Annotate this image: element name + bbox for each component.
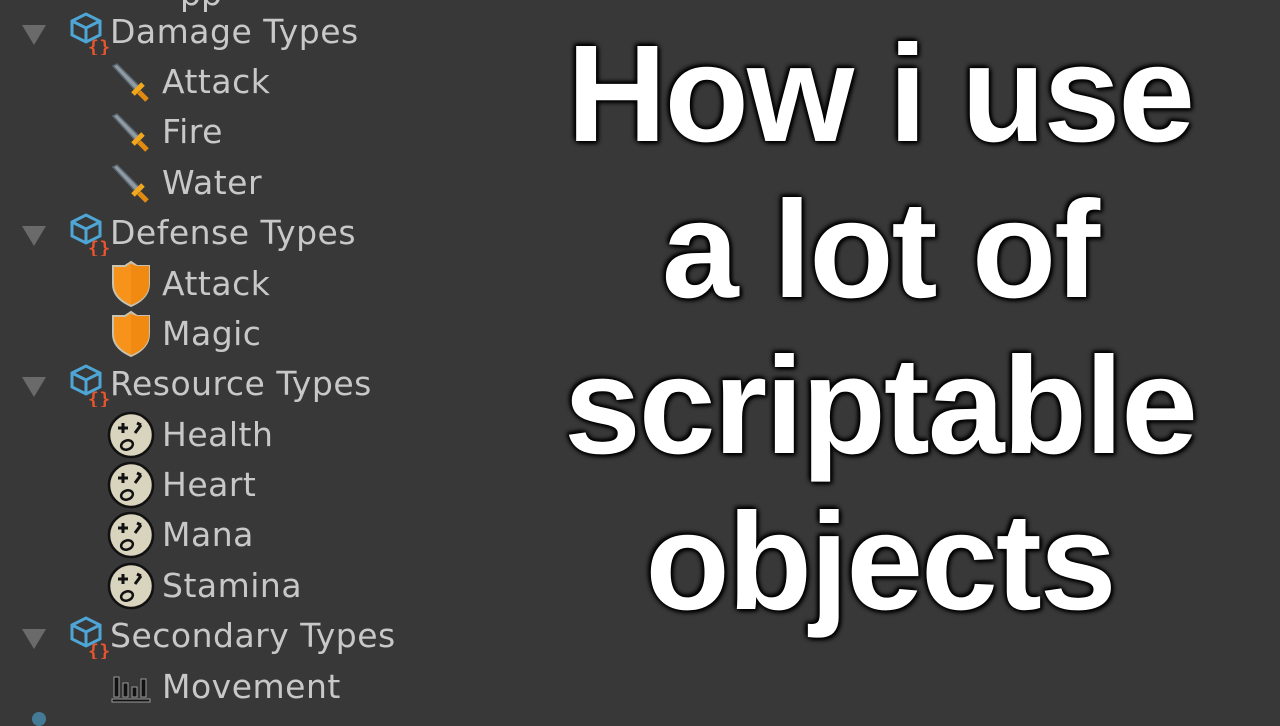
tree-item[interactable]: Attack: [106, 57, 270, 107]
tree-group-label: Damage Types: [110, 12, 359, 51]
sword-icon: [106, 107, 156, 157]
sword-icon: [106, 158, 156, 208]
face-icon: [106, 460, 156, 510]
scriptable-object-script-icon: {}: [64, 7, 114, 57]
tree-group-damage-types[interactable]: {} Damage Types: [22, 7, 359, 57]
tree-item[interactable]: Water: [106, 158, 262, 208]
tree-item-label: Stamina: [162, 566, 303, 605]
tree-group-label: Defense Types: [110, 213, 357, 252]
scriptable-object-script-icon: {}: [64, 208, 114, 258]
svg-text:{}: {}: [88, 641, 111, 659]
face-icon: [106, 561, 156, 611]
face-icon: [106, 410, 156, 460]
sword-icon: [106, 57, 156, 107]
tree-group-defense-types[interactable]: {} Defense Types: [22, 208, 356, 258]
tree-group-secondary-types[interactable]: {} Secondary Types: [22, 611, 396, 661]
tree-group-resource-types[interactable]: {} Resource Types: [22, 359, 372, 409]
headline-line: scriptable: [564, 329, 1198, 483]
tree-item-label: Health: [162, 415, 274, 454]
expand-arrow-icon[interactable]: [22, 226, 46, 246]
tree-item-label: Movement: [162, 667, 341, 706]
face-icon: [106, 510, 156, 560]
tree-item[interactable]: Heart: [106, 460, 256, 510]
tree-item[interactable]: Stamina: [106, 561, 302, 611]
tree-item[interactable]: Movement: [106, 662, 341, 712]
headline: How i use a lot of scriptable objects: [540, 0, 1220, 720]
bar-chart-icon: [106, 662, 156, 712]
headline-line: objects: [645, 485, 1116, 639]
svg-text:{}: {}: [88, 238, 111, 256]
expand-arrow-icon[interactable]: [22, 25, 46, 45]
tree-group-label: Secondary Types: [110, 616, 396, 655]
headline-line: a lot of: [661, 173, 1100, 327]
scriptable-object-script-icon: {}: [64, 611, 114, 661]
svg-text:{}: {}: [88, 389, 111, 407]
tree-item[interactable]: Fire: [106, 107, 223, 157]
expand-arrow-icon[interactable]: [22, 629, 46, 649]
scriptable-object-script-icon: {}: [64, 359, 114, 409]
tree-item-label: Water: [162, 163, 263, 202]
tree-item[interactable]: Health: [106, 410, 273, 460]
tree-item[interactable]: Mana: [106, 510, 254, 560]
tree-item-label: Fire: [162, 112, 223, 151]
tree-item-label: Attack: [162, 62, 271, 101]
tree-item[interactable]: Magic: [106, 309, 261, 359]
expand-arrow-icon[interactable]: [22, 377, 46, 397]
tree-group-label: Resource Types: [110, 364, 372, 403]
tree-item[interactable]: Attack: [106, 259, 270, 309]
shield-icon: [106, 259, 156, 309]
tree-item-label: Magic: [162, 314, 262, 353]
svg-text:{}: {}: [88, 37, 111, 55]
tree-item-label: Mana: [162, 515, 254, 554]
project-hierarchy-tree: pp {} Damage Types Attack Fire Water {} …: [0, 0, 520, 726]
clipped-row-below-icon: [32, 712, 46, 726]
tree-item-label: Heart: [162, 465, 257, 504]
tree-item-label: Attack: [162, 264, 271, 303]
headline-line: How i use: [566, 17, 1195, 171]
shield-icon: [106, 309, 156, 359]
